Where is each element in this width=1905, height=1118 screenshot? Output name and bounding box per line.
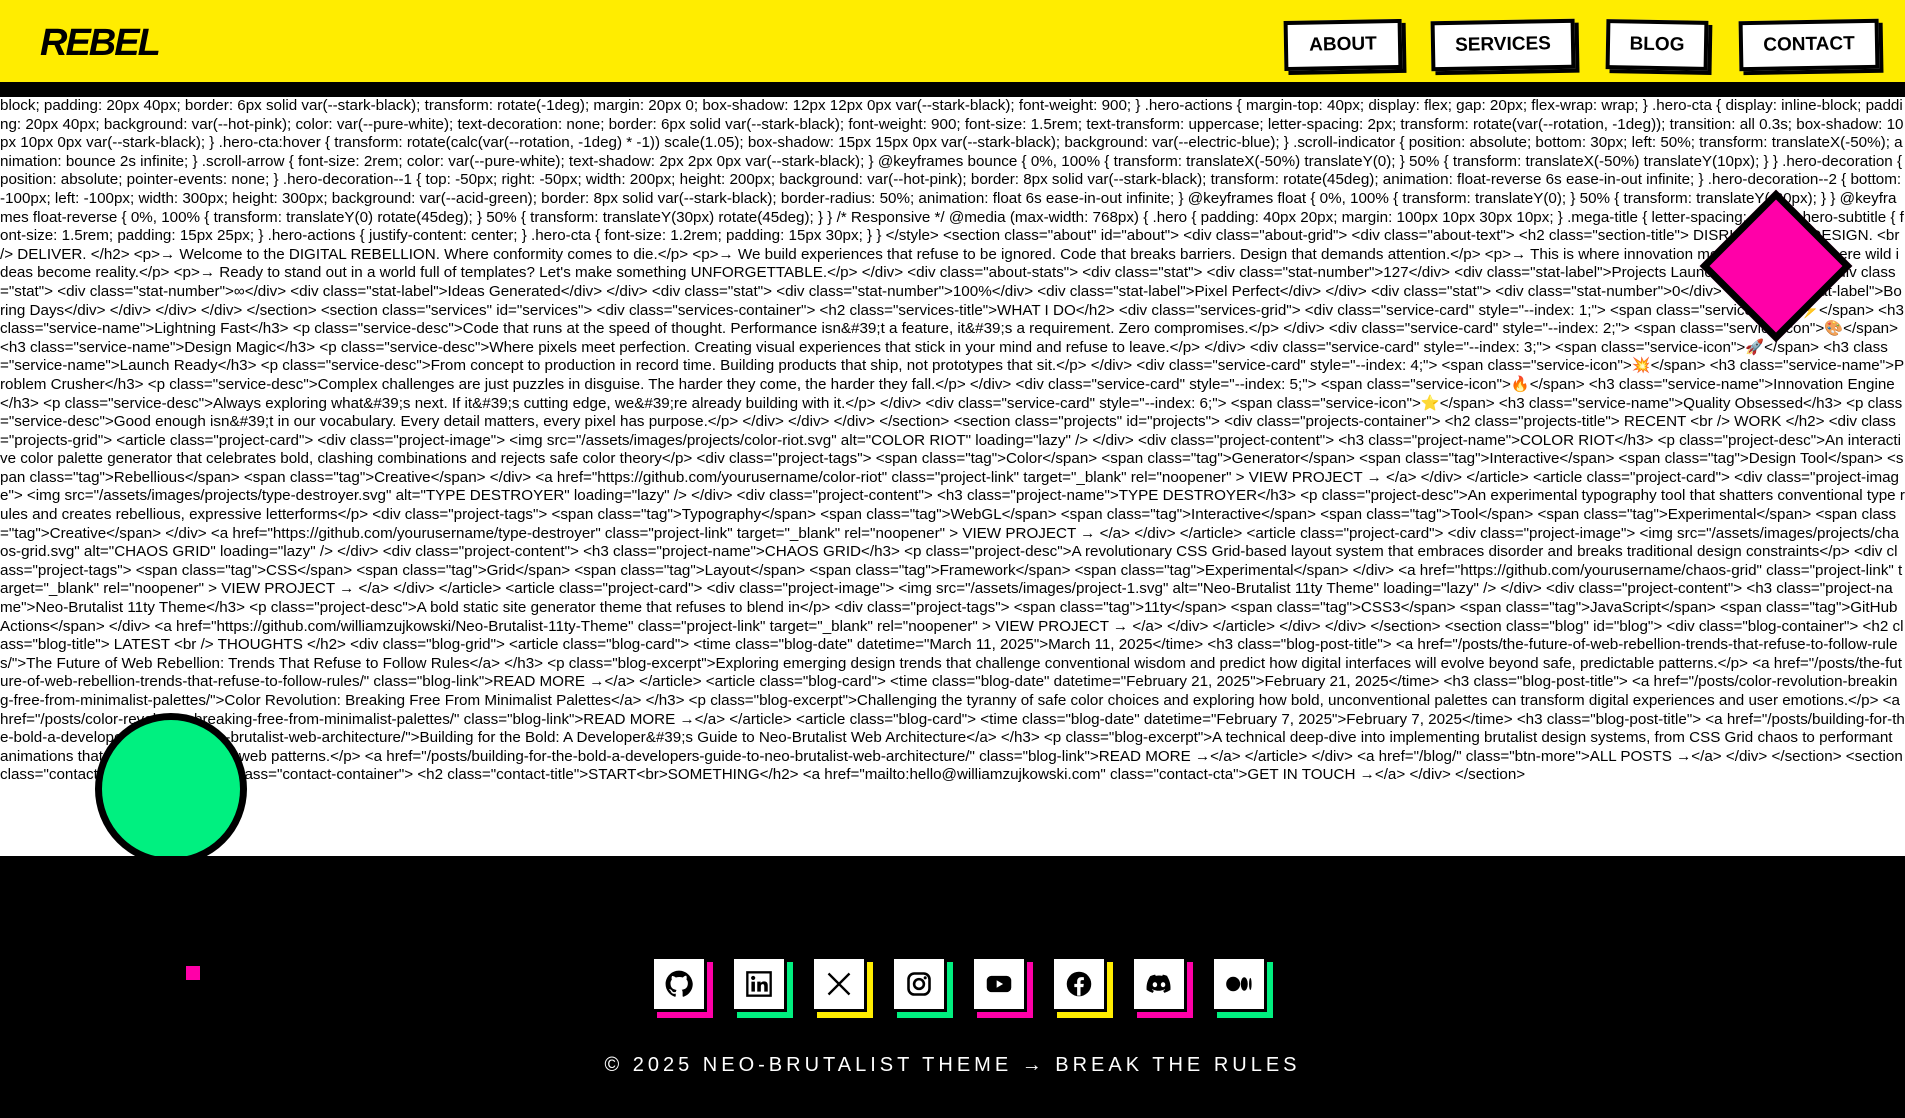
facebook-icon (1066, 971, 1092, 997)
discord-icon (1146, 974, 1171, 993)
instagram-link[interactable] (891, 956, 947, 1012)
site-logo[interactable]: REBEL (40, 22, 161, 65)
instagram-icon (907, 972, 931, 996)
nav-blog-button[interactable]: BLOG (1605, 19, 1709, 71)
x-icon (827, 972, 851, 996)
github-link[interactable] (651, 956, 707, 1012)
x-link[interactable] (811, 956, 867, 1012)
github-icon (665, 970, 693, 997)
decoration-green-circle (95, 713, 247, 865)
facebook-link[interactable] (1051, 956, 1107, 1012)
linkedin-icon (746, 971, 772, 997)
youtube-link[interactable] (971, 956, 1027, 1012)
copyright-text: © 2025 NEO-BRUTALIST THEME → BREAK THE R… (604, 1054, 1301, 1076)
site-footer (0, 856, 1905, 1118)
discord-link[interactable] (1131, 956, 1187, 1012)
linkedin-link[interactable] (731, 956, 787, 1012)
nav-services-button[interactable]: SERVICES (1430, 18, 1576, 72)
nav-contact-button[interactable]: CONTACT (1738, 18, 1880, 72)
nav-about-button[interactable]: ABOUT (1283, 18, 1403, 72)
raw-code-text: block; padding: 20px 40px; border: 6px s… (0, 97, 1905, 784)
raw-code-dump-area: block; padding: 20px 40px; border: 6px s… (0, 97, 1905, 856)
decoration-pink-square (186, 966, 200, 980)
medium-link[interactable] (1211, 956, 1267, 1012)
site-header: REBEL ABOUT SERVICES BLOG CONTACT (0, 0, 1905, 90)
medium-icon (1226, 976, 1252, 992)
youtube-icon (986, 975, 1012, 993)
